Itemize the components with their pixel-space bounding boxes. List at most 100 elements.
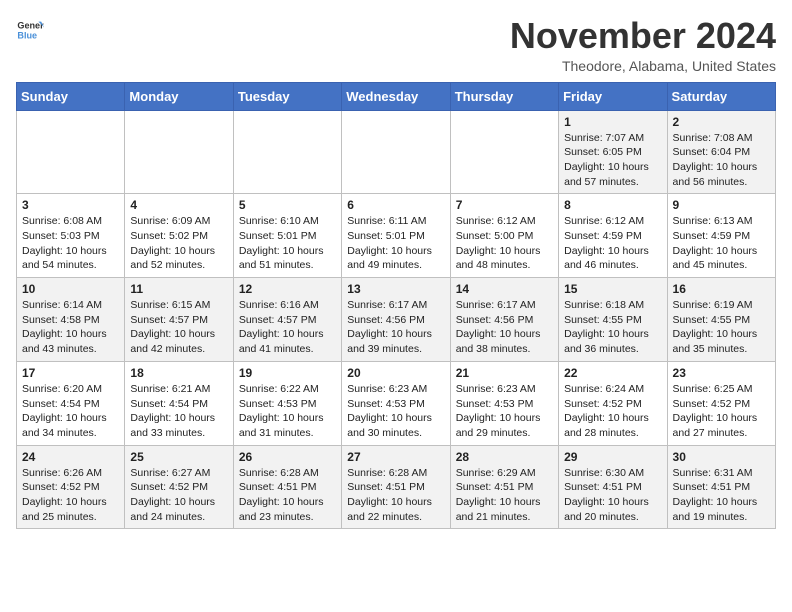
calendar-body: 1 Sunrise: 7:07 AM Sunset: 6:05 PM Daylig… <box>17 110 776 529</box>
calendar-cell: 16 Sunrise: 6:19 AM Sunset: 4:55 PM Dayli… <box>667 278 775 362</box>
day-info: Sunrise: 6:19 AM Sunset: 4:55 PM Dayligh… <box>673 298 770 357</box>
svg-text:Blue: Blue <box>17 30 37 40</box>
page-header: General Blue November 2024 Theodore, Ala… <box>16 16 776 74</box>
calendar-cell: 7Sunrise: 6:12 AM Sunset: 5:00 PM Daylig… <box>450 194 558 278</box>
day-info: Sunrise: 7:07 AM Sunset: 6:05 PM Dayligh… <box>564 131 661 190</box>
day-info: Sunrise: 6:25 AM Sunset: 4:52 PM Dayligh… <box>673 382 770 441</box>
calendar-cell: 2 Sunrise: 7:08 AM Sunset: 6:04 PM Daylig… <box>667 110 775 194</box>
day-info: Sunrise: 6:16 AM Sunset: 4:57 PM Dayligh… <box>239 298 336 357</box>
calendar-cell: 20Sunrise: 6:23 AM Sunset: 4:53 PM Dayli… <box>342 361 450 445</box>
calendar-cell: 23 Sunrise: 6:25 AM Sunset: 4:52 PM Dayli… <box>667 361 775 445</box>
day-number: 10 <box>22 282 119 296</box>
day-number: 26 <box>239 450 336 464</box>
day-number: 11 <box>130 282 227 296</box>
calendar-week-3: 17 Sunrise: 6:20 AM Sunset: 4:54 PM Dayli… <box>17 361 776 445</box>
calendar-cell: 3 Sunrise: 6:08 AM Sunset: 5:03 PM Daylig… <box>17 194 125 278</box>
calendar-cell <box>450 110 558 194</box>
calendar-cell: 4 Sunrise: 6:09 AM Sunset: 5:02 PM Daylig… <box>125 194 233 278</box>
day-number: 2 <box>673 115 770 129</box>
location: Theodore, Alabama, United States <box>510 58 776 74</box>
day-number: 23 <box>673 366 770 380</box>
day-number: 25 <box>130 450 227 464</box>
day-number: 7 <box>456 198 553 212</box>
calendar-cell <box>233 110 341 194</box>
weekday-header-saturday: Saturday <box>667 82 775 110</box>
day-number: 6 <box>347 198 444 212</box>
day-number: 3 <box>22 198 119 212</box>
calendar-cell: 19Sunrise: 6:22 AM Sunset: 4:53 PM Dayli… <box>233 361 341 445</box>
day-number: 21 <box>456 366 553 380</box>
day-info: Sunrise: 6:10 AM Sunset: 5:01 PM Dayligh… <box>239 214 336 273</box>
day-info: Sunrise: 6:13 AM Sunset: 4:59 PM Dayligh… <box>673 214 770 273</box>
day-number: 22 <box>564 366 661 380</box>
day-info: Sunrise: 6:20 AM Sunset: 4:54 PM Dayligh… <box>22 382 119 441</box>
day-number: 13 <box>347 282 444 296</box>
day-number: 28 <box>456 450 553 464</box>
day-info: Sunrise: 6:27 AM Sunset: 4:52 PM Dayligh… <box>130 466 227 525</box>
day-info: Sunrise: 6:18 AM Sunset: 4:55 PM Dayligh… <box>564 298 661 357</box>
weekday-header-tuesday: Tuesday <box>233 82 341 110</box>
calendar-cell: 1 Sunrise: 7:07 AM Sunset: 6:05 PM Daylig… <box>559 110 667 194</box>
calendar-cell: 21 Sunrise: 6:23 AM Sunset: 4:53 PM Dayli… <box>450 361 558 445</box>
day-number: 4 <box>130 198 227 212</box>
day-info: Sunrise: 6:17 AM Sunset: 4:56 PM Dayligh… <box>347 298 444 357</box>
day-info: Sunrise: 6:22 AM Sunset: 4:53 PM Dayligh… <box>239 382 336 441</box>
weekday-header-wednesday: Wednesday <box>342 82 450 110</box>
day-info: Sunrise: 6:28 AM Sunset: 4:51 PM Dayligh… <box>239 466 336 525</box>
calendar-cell: 15 Sunrise: 6:18 AM Sunset: 4:55 PM Dayli… <box>559 278 667 362</box>
weekday-header-monday: Monday <box>125 82 233 110</box>
day-info: Sunrise: 7:08 AM Sunset: 6:04 PM Dayligh… <box>673 131 770 190</box>
calendar-cell: 14Sunrise: 6:17 AM Sunset: 4:56 PM Dayli… <box>450 278 558 362</box>
day-number: 17 <box>22 366 119 380</box>
day-number: 24 <box>22 450 119 464</box>
day-number: 14 <box>456 282 553 296</box>
day-info: Sunrise: 6:08 AM Sunset: 5:03 PM Dayligh… <box>22 214 119 273</box>
calendar-cell: 26 Sunrise: 6:28 AM Sunset: 4:51 PM Dayli… <box>233 445 341 529</box>
day-info: Sunrise: 6:30 AM Sunset: 4:51 PM Dayligh… <box>564 466 661 525</box>
weekday-header-row: SundayMondayTuesdayWednesdayThursdayFrid… <box>17 82 776 110</box>
day-number: 29 <box>564 450 661 464</box>
calendar-week-0: 1 Sunrise: 7:07 AM Sunset: 6:05 PM Daylig… <box>17 110 776 194</box>
day-number: 15 <box>564 282 661 296</box>
day-info: Sunrise: 6:15 AM Sunset: 4:57 PM Dayligh… <box>130 298 227 357</box>
calendar-cell: 11 Sunrise: 6:15 AM Sunset: 4:57 PM Dayli… <box>125 278 233 362</box>
calendar-cell <box>125 110 233 194</box>
day-number: 20 <box>347 366 444 380</box>
calendar-cell: 25 Sunrise: 6:27 AM Sunset: 4:52 PM Dayli… <box>125 445 233 529</box>
day-info: Sunrise: 6:26 AM Sunset: 4:52 PM Dayligh… <box>22 466 119 525</box>
day-number: 27 <box>347 450 444 464</box>
calendar-cell: 6 Sunrise: 6:11 AM Sunset: 5:01 PM Daylig… <box>342 194 450 278</box>
day-info: Sunrise: 6:09 AM Sunset: 5:02 PM Dayligh… <box>130 214 227 273</box>
month-title: November 2024 <box>510 16 776 56</box>
calendar-cell: 17 Sunrise: 6:20 AM Sunset: 4:54 PM Dayli… <box>17 361 125 445</box>
day-number: 12 <box>239 282 336 296</box>
calendar-cell: 24 Sunrise: 6:26 AM Sunset: 4:52 PM Dayli… <box>17 445 125 529</box>
calendar-cell: 5 Sunrise: 6:10 AM Sunset: 5:01 PM Daylig… <box>233 194 341 278</box>
day-number: 16 <box>673 282 770 296</box>
calendar-cell: 29 Sunrise: 6:30 AM Sunset: 4:51 PM Dayli… <box>559 445 667 529</box>
calendar-cell: 27 Sunrise: 6:28 AM Sunset: 4:51 PM Dayli… <box>342 445 450 529</box>
day-number: 8 <box>564 198 661 212</box>
day-number: 1 <box>564 115 661 129</box>
calendar-cell: 22Sunrise: 6:24 AM Sunset: 4:52 PM Dayli… <box>559 361 667 445</box>
calendar-cell: 9Sunrise: 6:13 AM Sunset: 4:59 PM Daylig… <box>667 194 775 278</box>
calendar-cell: 12 Sunrise: 6:16 AM Sunset: 4:57 PM Dayli… <box>233 278 341 362</box>
calendar-week-4: 24 Sunrise: 6:26 AM Sunset: 4:52 PM Dayli… <box>17 445 776 529</box>
day-info: Sunrise: 6:11 AM Sunset: 5:01 PM Dayligh… <box>347 214 444 273</box>
calendar-table: SundayMondayTuesdayWednesdayThursdayFrid… <box>16 82 776 530</box>
day-number: 18 <box>130 366 227 380</box>
day-info: Sunrise: 6:21 AM Sunset: 4:54 PM Dayligh… <box>130 382 227 441</box>
day-info: Sunrise: 6:28 AM Sunset: 4:51 PM Dayligh… <box>347 466 444 525</box>
calendar-cell: 28 Sunrise: 6:29 AM Sunset: 4:51 PM Dayli… <box>450 445 558 529</box>
day-info: Sunrise: 6:23 AM Sunset: 4:53 PM Dayligh… <box>456 382 553 441</box>
calendar-cell: 18 Sunrise: 6:21 AM Sunset: 4:54 PM Dayli… <box>125 361 233 445</box>
weekday-header-sunday: Sunday <box>17 82 125 110</box>
day-number: 5 <box>239 198 336 212</box>
calendar-cell: 10Sunrise: 6:14 AM Sunset: 4:58 PM Dayli… <box>17 278 125 362</box>
day-info: Sunrise: 6:29 AM Sunset: 4:51 PM Dayligh… <box>456 466 553 525</box>
weekday-header-friday: Friday <box>559 82 667 110</box>
logo-icon: General Blue <box>16 16 44 44</box>
title-block: November 2024 Theodore, Alabama, United … <box>510 16 776 74</box>
day-info: Sunrise: 6:31 AM Sunset: 4:51 PM Dayligh… <box>673 466 770 525</box>
calendar-week-2: 10Sunrise: 6:14 AM Sunset: 4:58 PM Dayli… <box>17 278 776 362</box>
